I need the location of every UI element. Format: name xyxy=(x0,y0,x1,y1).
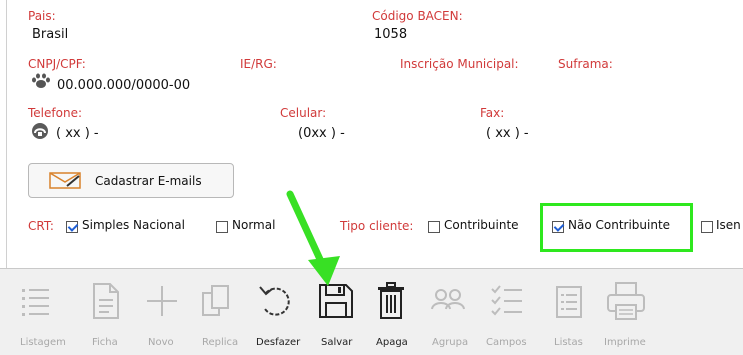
toolbar-agrupa-button[interactable]: Agrupa xyxy=(428,269,468,355)
email-edit-icon xyxy=(49,172,81,189)
toolbar-ficha-label: Ficha xyxy=(92,337,118,348)
toolbar-campos-label: Campos xyxy=(486,337,527,348)
toolbar-novo-label: Novo xyxy=(148,337,174,348)
inscricao-municipal-label: Inscrição Municipal: xyxy=(400,57,519,71)
toolbar-listas-label: Listas xyxy=(554,337,583,348)
toolbar-apaga-button[interactable]: Apaga xyxy=(374,269,410,355)
suframa-label: Suframa: xyxy=(558,57,613,71)
document-icon xyxy=(93,283,119,319)
isento-label: Isen xyxy=(716,218,741,232)
crt-normal-label: Normal xyxy=(232,218,276,232)
crt-simples-label: Simples Nacional xyxy=(82,218,185,232)
cadastrar-emails-label: Cadastrar E-mails xyxy=(95,174,202,188)
paw-icon[interactable] xyxy=(30,73,52,93)
arrow-annotation-icon xyxy=(286,190,340,286)
contribuinte-label: Contribuinte xyxy=(444,218,519,232)
highlight-box xyxy=(540,203,693,252)
toolbar-ficha-button[interactable]: Ficha xyxy=(88,269,124,355)
toolbar-imprime-label: Imprime xyxy=(604,337,646,348)
copy-icon xyxy=(202,285,229,316)
toolbar-replica-label: Replica xyxy=(202,337,239,348)
cnpj-field[interactable]: 00.000.000/0000-00 xyxy=(57,78,190,93)
isento-checkbox[interactable] xyxy=(701,221,713,233)
pais-field[interactable]: Brasil xyxy=(32,27,68,42)
ie-rg-label: IE/RG: xyxy=(240,57,277,71)
checklist-icon xyxy=(491,285,522,316)
cnpj-label: CNPJ/CPF: xyxy=(28,57,86,71)
codigo-bacen-field[interactable]: 1058 xyxy=(374,27,407,42)
telefone-field[interactable]: ( xx ) - xyxy=(56,126,99,141)
toolbar-apaga-label: Apaga xyxy=(376,337,408,348)
toolbar-replica-button[interactable]: Replica xyxy=(198,269,238,355)
toolbar-desfazer-label: Desfazer xyxy=(256,337,301,348)
fax-label: Fax: xyxy=(480,106,505,120)
toolbar-listagem-label: Listagem xyxy=(20,337,66,348)
pais-label: Pais: xyxy=(28,9,56,23)
trash-icon xyxy=(378,282,404,319)
toolbar-listagem-button[interactable]: Listagem xyxy=(18,269,66,355)
toolbar-salvar-label: Salvar xyxy=(321,337,353,348)
codigo-bacen-label: Código BACEN: xyxy=(372,9,463,23)
contribuinte-checkbox[interactable] xyxy=(428,221,440,233)
crt-normal-checkbox[interactable] xyxy=(216,221,228,233)
list-icon xyxy=(22,289,49,316)
toolbar: Listagem Ficha Novo Replica Desfazer Sal… xyxy=(0,268,743,355)
panel-left-border xyxy=(6,0,7,268)
list-box-icon xyxy=(556,286,582,318)
toolbar-listas-button[interactable]: Listas xyxy=(552,269,588,355)
phone-icon[interactable] xyxy=(30,122,50,144)
plus-icon xyxy=(147,286,177,316)
fax-field[interactable]: ( xx ) - xyxy=(486,126,529,141)
toolbar-imprime-button[interactable]: Imprime xyxy=(604,269,648,355)
cadastrar-emails-button[interactable]: Cadastrar E-mails xyxy=(28,163,234,198)
telefone-label: Telefone: xyxy=(28,106,82,120)
celular-field[interactable]: (0xx ) - xyxy=(298,126,345,141)
toolbar-agrupa-label: Agrupa xyxy=(432,337,469,348)
toolbar-campos-button[interactable]: Campos xyxy=(486,269,528,355)
celular-label: Celular: xyxy=(280,106,327,120)
crt-label: CRT: xyxy=(28,219,54,233)
group-icon xyxy=(431,289,465,310)
crt-simples-checkbox[interactable] xyxy=(66,221,78,233)
toolbar-novo-button[interactable]: Novo xyxy=(144,269,180,355)
printer-icon xyxy=(607,282,645,320)
